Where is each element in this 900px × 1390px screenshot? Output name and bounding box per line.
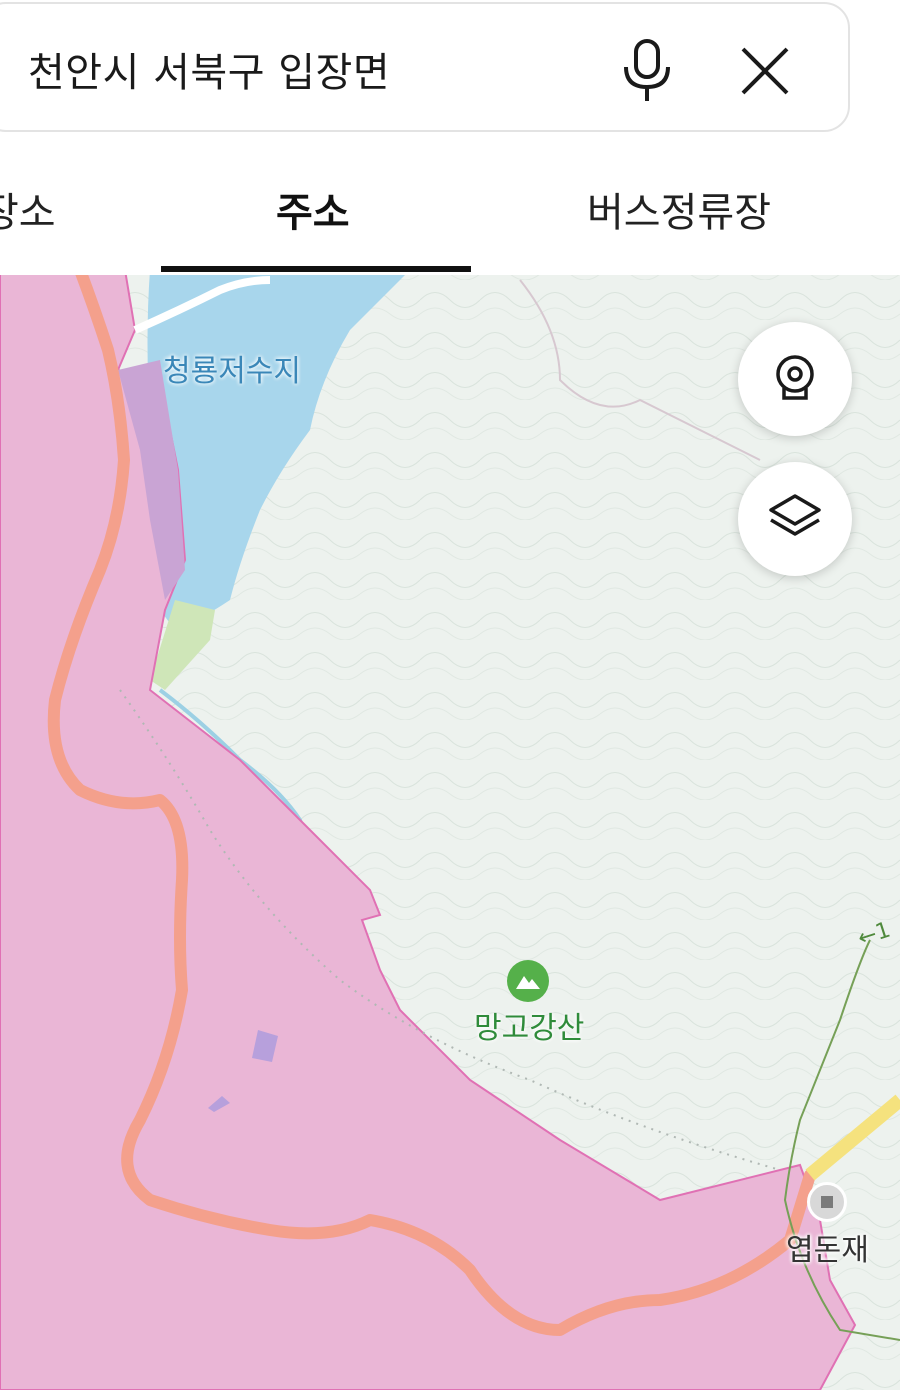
top-bar: 천안시 서북구 입장면 장소 주소 버스정류장	[0, 0, 900, 275]
pass-label[interactable]: 엽돈재	[786, 1225, 869, 1269]
layers-button[interactable]	[738, 462, 852, 576]
layers-icon	[767, 492, 823, 546]
reservoir-label[interactable]: 청룡저수지	[163, 346, 301, 390]
mountain-icon[interactable]	[507, 960, 549, 1002]
cctv-button[interactable]	[738, 322, 852, 436]
close-icon[interactable]	[730, 36, 800, 106]
tab-address[interactable]: 주소	[276, 180, 350, 238]
mountain-label[interactable]: 망고강산	[474, 1003, 584, 1047]
tab-place[interactable]: 장소	[0, 180, 56, 238]
search-box[interactable]: 천안시 서북구 입장면	[0, 2, 850, 132]
active-tab-indicator	[161, 266, 471, 272]
tab-bus-stop[interactable]: 버스정류장	[587, 180, 771, 238]
microphone-icon[interactable]	[612, 36, 682, 106]
search-input[interactable]: 천안시 서북구 입장면	[28, 40, 390, 98]
tab-bar: 장소 주소 버스정류장	[0, 150, 900, 275]
cctv-icon	[770, 352, 820, 406]
pass-marker-icon[interactable]	[807, 1182, 847, 1222]
